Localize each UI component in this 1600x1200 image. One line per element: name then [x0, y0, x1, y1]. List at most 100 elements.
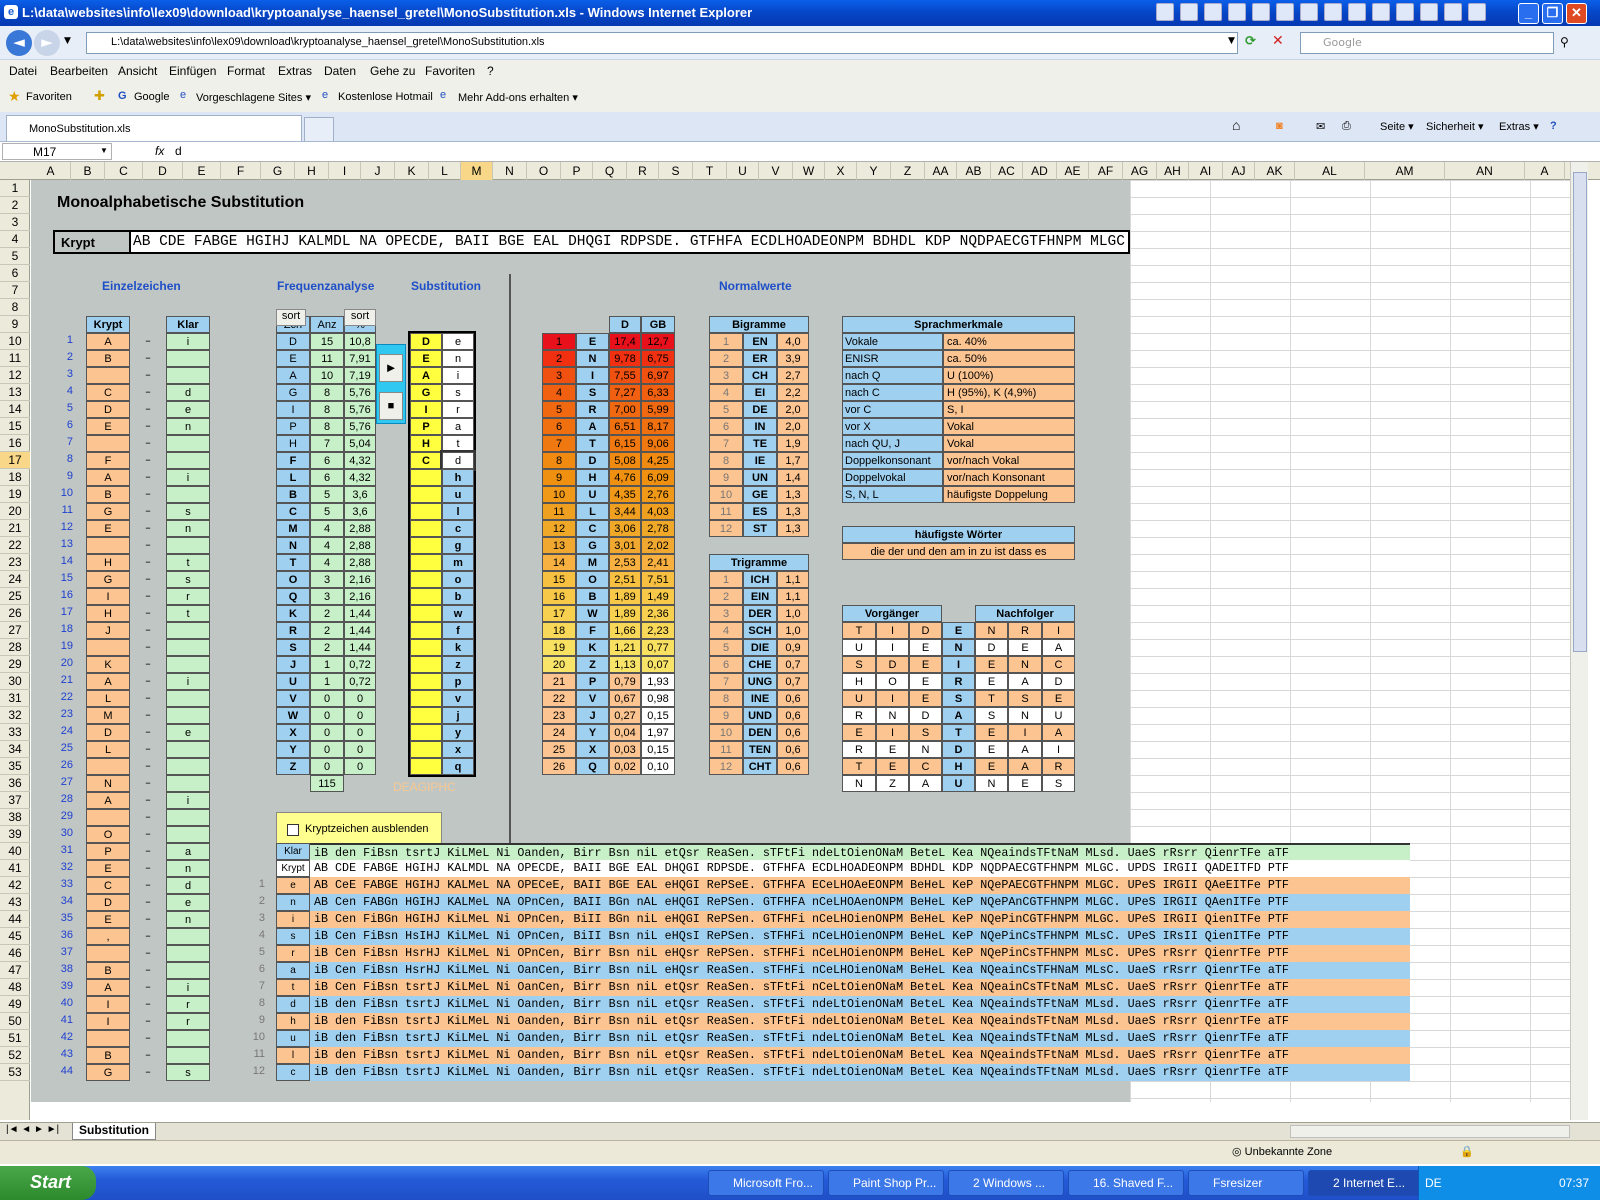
klar-cell[interactable] — [166, 622, 210, 639]
krypt-text-row[interactable]: AB CDE FABGE HGIHJ KALMDL NA OPECDE, BAI… — [310, 860, 1410, 877]
close-button[interactable]: ✕ — [1566, 3, 1587, 24]
row-header[interactable]: 8 — [0, 299, 30, 316]
klar-cell[interactable] — [166, 435, 210, 452]
column-header[interactable]: AI — [1189, 162, 1223, 180]
row-header[interactable]: 26 — [0, 605, 30, 622]
row-header[interactable]: 34 — [0, 741, 30, 758]
column-header[interactable]: AF — [1089, 162, 1123, 180]
fav-suggested-sites[interactable]: Vorgeschlagene Sites ▾ — [196, 91, 311, 104]
menu-einfuegen[interactable]: Einfügen — [169, 64, 216, 78]
krypt-cell[interactable]: A — [86, 673, 130, 690]
subst-plain-cell[interactable]: a — [442, 418, 474, 435]
klar-cell[interactable] — [166, 809, 210, 826]
quicklaunch-icon[interactable] — [1468, 3, 1486, 21]
trial-text-row[interactable]: AB CeE FABGE HGIHJ KALMeL NA OPECeE, BAI… — [310, 877, 1410, 894]
column-header[interactable]: S — [659, 162, 693, 180]
taskbar-task[interactable]: 2 Windows ... — [948, 1170, 1064, 1196]
quicklaunch-icon[interactable] — [1300, 3, 1318, 21]
krypt-cell[interactable]: D — [86, 401, 130, 418]
klar-cell[interactable]: r — [166, 1013, 210, 1030]
row-header[interactable]: 39 — [0, 826, 30, 843]
row-header[interactable]: 4 — [0, 231, 30, 248]
row-header[interactable]: 28 — [0, 639, 30, 656]
column-header[interactable]: AD — [1023, 162, 1057, 180]
krypt-cell[interactable] — [86, 758, 130, 775]
krypt-cell[interactable]: I — [86, 1013, 130, 1030]
krypt-cell[interactable]: A — [86, 979, 130, 996]
new-tab-button[interactable] — [304, 117, 334, 141]
quicklaunch-icon[interactable] — [1324, 3, 1342, 21]
subst-plain-cell[interactable]: e — [442, 333, 474, 350]
quicklaunch-icon[interactable] — [1348, 3, 1366, 21]
column-header[interactable]: AN — [1445, 162, 1525, 180]
quicklaunch-icon[interactable] — [1276, 3, 1294, 21]
krypt-cell[interactable]: H — [86, 605, 130, 622]
klar-cell[interactable] — [166, 945, 210, 962]
trial-text-row[interactable]: iB den FiBsn tsrtJ KiLMeL Ni Oanden, Bir… — [310, 1013, 1410, 1030]
krypt-cell[interactable]: I — [86, 996, 130, 1013]
quicklaunch-icon[interactable] — [1156, 3, 1174, 21]
minimize-button[interactable]: _ — [1518, 3, 1539, 24]
column-header[interactable]: V — [759, 162, 793, 180]
column-header[interactable]: AH — [1157, 162, 1189, 180]
column-header[interactable]: A — [31, 162, 71, 180]
klar-cell[interactable] — [166, 656, 210, 673]
row-header[interactable]: 36 — [0, 775, 30, 792]
klar-cell[interactable]: t — [166, 605, 210, 622]
krypt-cell[interactable]: L — [86, 741, 130, 758]
column-header[interactable]: G — [261, 162, 295, 180]
subst-cipher-cell[interactable]: C — [410, 452, 442, 469]
row-header[interactable]: 40 — [0, 843, 30, 860]
subst-plain-cell[interactable]: v — [442, 690, 474, 707]
trial-text-row[interactable]: AB Cen FABGn HGIHJ KALMeL NA OPnCen, BAI… — [310, 894, 1410, 911]
subst-cipher-cell[interactable] — [410, 656, 442, 673]
column-header[interactable]: J — [361, 162, 395, 180]
krypt-cell[interactable]: B — [86, 962, 130, 979]
name-box[interactable]: M17 — [2, 143, 112, 160]
krypt-cell[interactable]: G — [86, 571, 130, 588]
sort-button[interactable]: sort — [344, 309, 376, 326]
subst-cipher-cell[interactable] — [410, 724, 442, 741]
krypt-cell[interactable]: D — [86, 894, 130, 911]
row-header[interactable]: 41 — [0, 860, 30, 877]
krypt-cell[interactable] — [86, 809, 130, 826]
klar-cell[interactable]: n — [166, 418, 210, 435]
subst-plain-cell[interactable]: f — [442, 622, 474, 639]
column-header[interactable]: AG — [1123, 162, 1157, 180]
row-header[interactable]: 27 — [0, 622, 30, 639]
subst-plain-cell[interactable]: c — [442, 520, 474, 537]
klar-cell[interactable]: s — [166, 503, 210, 520]
subst-cipher-cell[interactable] — [410, 486, 442, 503]
security-menu[interactable]: Sicherheit ▾ — [1426, 120, 1484, 133]
krypt-cell[interactable]: C — [86, 384, 130, 401]
stop-icon[interactable]: ✕ — [1272, 33, 1284, 49]
krypt-cell[interactable]: F — [86, 452, 130, 469]
row-header[interactable]: 11 — [0, 350, 30, 367]
column-header[interactable]: M — [461, 162, 493, 180]
klar-cell[interactable] — [166, 962, 210, 979]
subst-plain-cell[interactable]: l — [442, 503, 474, 520]
column-header[interactable]: AJ — [1223, 162, 1255, 180]
column-header[interactable]: AB — [957, 162, 991, 180]
column-header[interactable]: Z — [891, 162, 925, 180]
subst-cipher-cell[interactable]: G — [410, 384, 442, 401]
column-header[interactable]: P — [561, 162, 593, 180]
row-header[interactable]: 13 — [0, 384, 30, 401]
klar-cell[interactable]: d — [166, 877, 210, 894]
trial-text-row[interactable]: iB Cen FiBsn HsrHJ KiLMeL Ni OPnCen, Bir… — [310, 945, 1410, 962]
row-header[interactable]: 53 — [0, 1064, 30, 1081]
klar-cell[interactable]: d — [166, 384, 210, 401]
column-header[interactable]: AM — [1365, 162, 1445, 180]
subst-cipher-cell[interactable]: H — [410, 435, 442, 452]
krypt-cell[interactable]: A — [86, 469, 130, 486]
horizontal-scrollbar[interactable] — [1290, 1125, 1570, 1138]
subst-plain-cell[interactable]: r — [442, 401, 474, 418]
menu-favoriten[interactable]: Favoriten — [425, 64, 475, 78]
klar-cell[interactable]: t — [166, 554, 210, 571]
column-header[interactable]: F — [221, 162, 261, 180]
subst-plain-cell[interactable]: q — [442, 758, 474, 775]
language-indicator[interactable]: DE — [1425, 1176, 1442, 1190]
subst-cipher-cell[interactable]: P — [410, 418, 442, 435]
row-header[interactable]: 22 — [0, 537, 30, 554]
subst-plain-cell[interactable]: h — [442, 469, 474, 486]
